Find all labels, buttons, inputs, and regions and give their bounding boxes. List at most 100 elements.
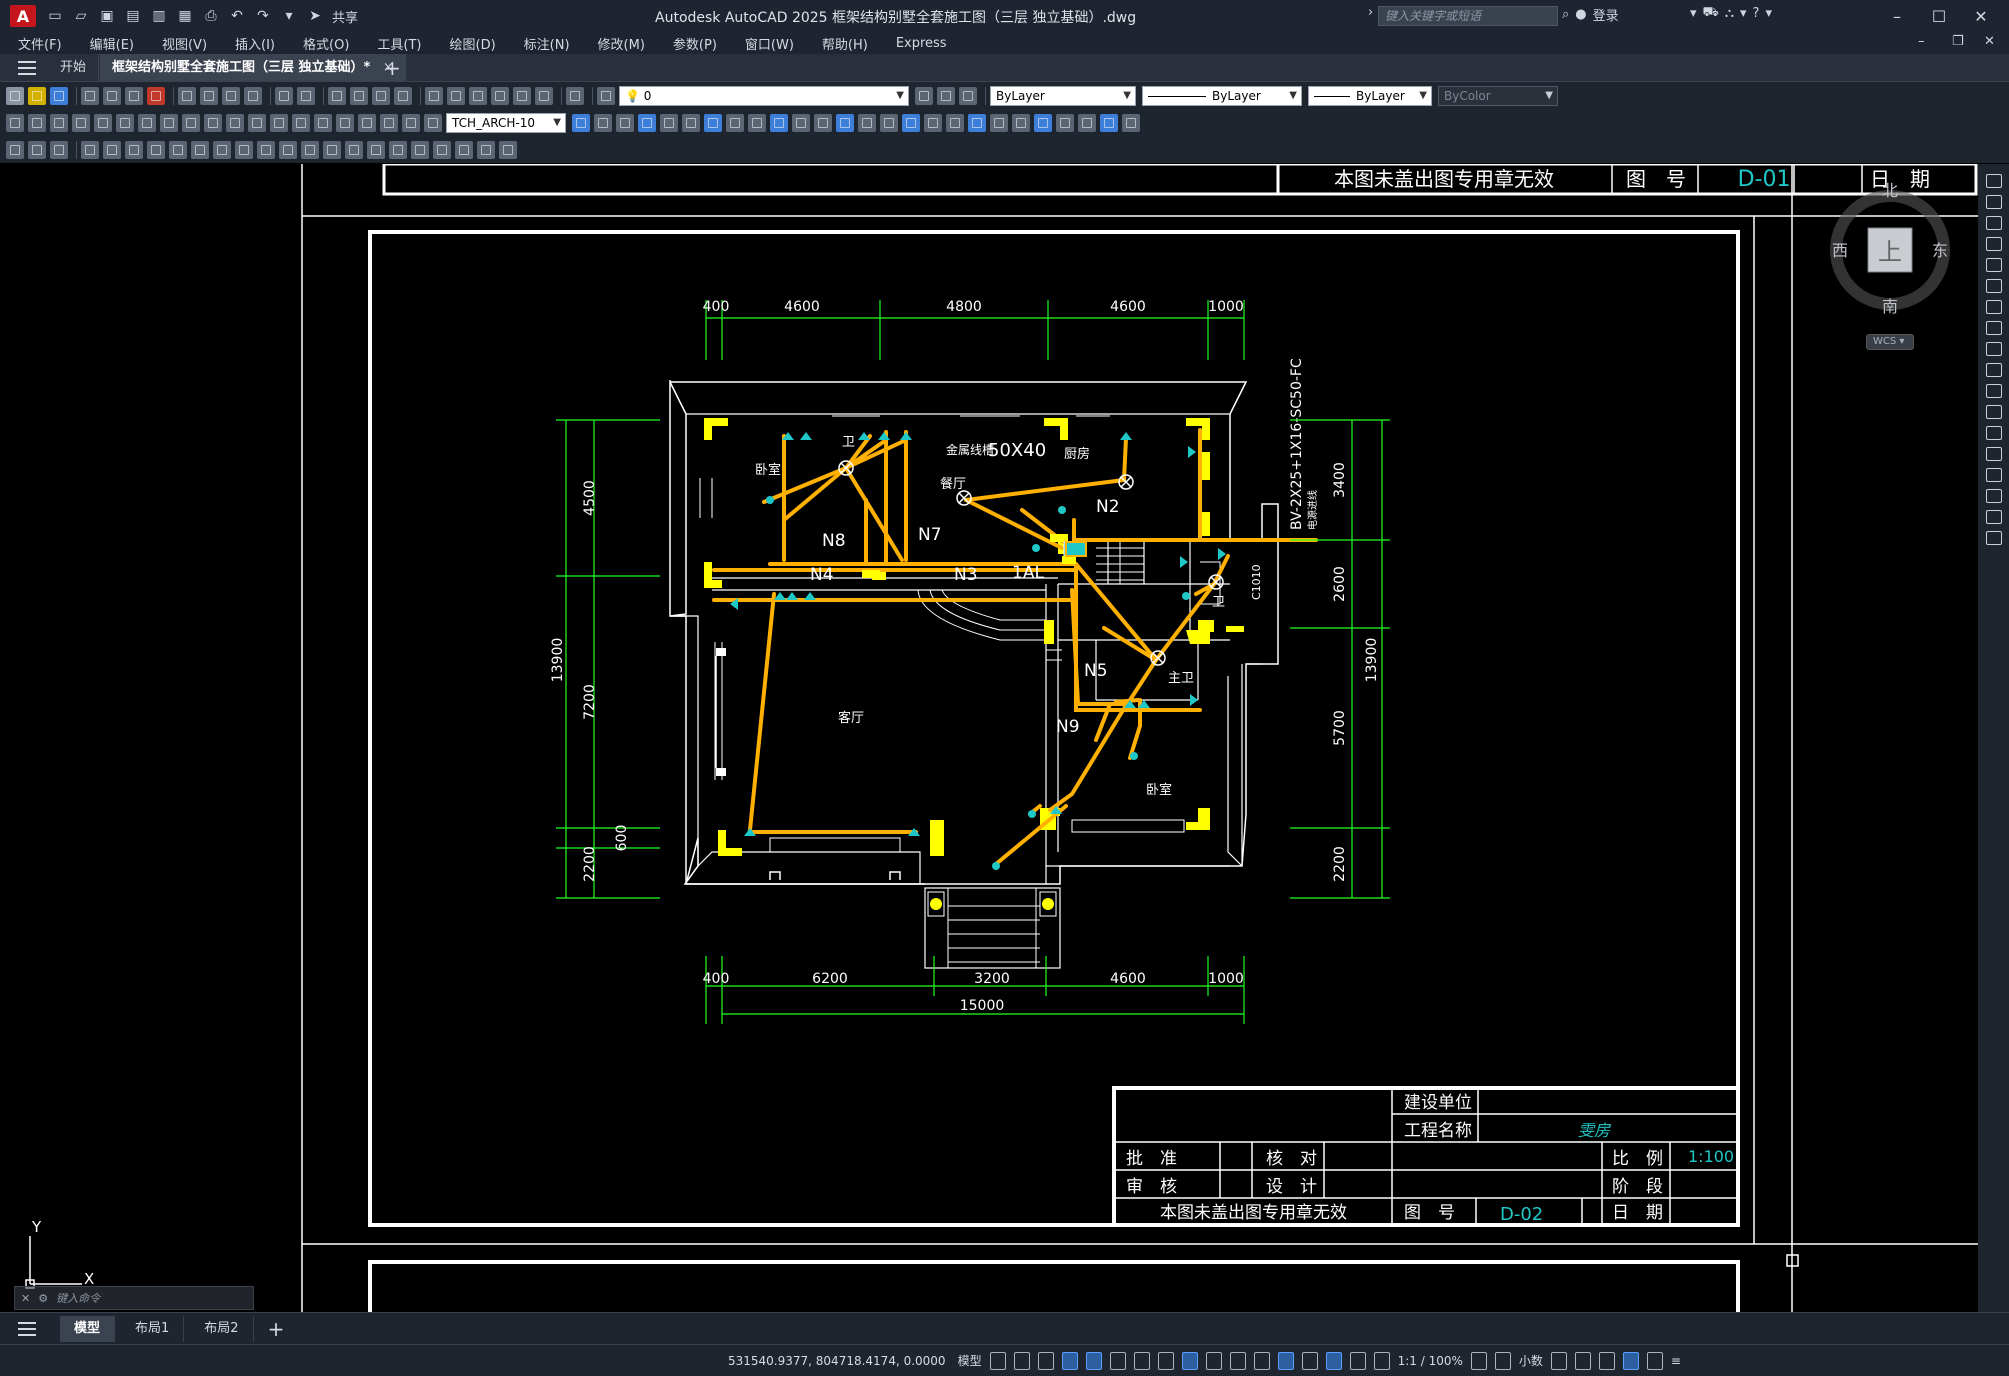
new-tab-button[interactable]: + bbox=[384, 54, 401, 82]
dim-space-icon[interactable] bbox=[248, 113, 266, 132]
chamfer-icon[interactable] bbox=[1985, 447, 2002, 461]
dim-edit-icon[interactable] bbox=[380, 113, 398, 132]
tab-start[interactable]: 开始 bbox=[48, 54, 100, 82]
inspection-icon[interactable] bbox=[336, 113, 354, 132]
layer-previous-icon[interactable] bbox=[937, 86, 955, 105]
viewcube-east[interactable]: 东 bbox=[1932, 241, 1948, 260]
modify-tool-icon[interactable] bbox=[1012, 113, 1030, 132]
undo-icon[interactable] bbox=[275, 86, 293, 105]
infer-constraints-icon[interactable] bbox=[1037, 1351, 1054, 1370]
copy-icon[interactable] bbox=[200, 86, 218, 105]
osnap-tracking-icon[interactable] bbox=[1133, 1351, 1150, 1370]
cut-icon[interactable] bbox=[178, 86, 196, 105]
ellipse-arc-icon[interactable] bbox=[301, 140, 319, 159]
blend-icon[interactable] bbox=[1985, 489, 2002, 503]
hatch-icon[interactable] bbox=[389, 140, 407, 159]
baseline-icon[interactable] bbox=[204, 113, 222, 132]
modify-tool-icon[interactable] bbox=[660, 113, 678, 132]
mtext-icon[interactable] bbox=[477, 140, 495, 159]
dimstyle-dropdown[interactable]: TCH_ARCH-10 ▼ bbox=[446, 112, 566, 133]
units-dropdown[interactable]: 小数 bbox=[1519, 1352, 1543, 1370]
lineweight-dropdown[interactable]: ByLayer ▼ bbox=[1308, 85, 1432, 106]
modify-tool-icon[interactable] bbox=[880, 113, 898, 132]
menu-window[interactable]: 窗口(W) bbox=[745, 34, 794, 53]
color-dropdown[interactable]: ByLayer ▼ bbox=[990, 85, 1136, 106]
menu-help[interactable]: 帮助(H) bbox=[822, 34, 868, 53]
doc-restore-icon[interactable]: ❐ bbox=[1952, 34, 1964, 49]
linetype-dropdown[interactable]: ByLayer ▼ bbox=[1142, 85, 1302, 106]
plotstyle-dropdown[interactable]: ByColor ▼ bbox=[1438, 85, 1558, 106]
transparency-icon[interactable] bbox=[1205, 1351, 1222, 1370]
jogged-icon[interactable] bbox=[116, 113, 134, 132]
save-as-icon[interactable]: ▤ bbox=[122, 5, 144, 27]
sheet-set-icon[interactable] bbox=[491, 86, 509, 105]
modify-tool-icon[interactable] bbox=[968, 113, 986, 132]
modify-tool-icon[interactable] bbox=[594, 113, 612, 132]
rotate-icon[interactable] bbox=[1985, 300, 2002, 314]
modify-tool-icon[interactable] bbox=[858, 113, 876, 132]
menu-file[interactable]: 文件(F) bbox=[18, 34, 62, 53]
gradient-icon[interactable] bbox=[411, 140, 429, 159]
3d-print-icon[interactable] bbox=[147, 86, 165, 105]
web-mobile-icon[interactable]: ▥ bbox=[148, 5, 170, 27]
save-icon[interactable]: ▣ bbox=[96, 5, 118, 27]
menu-tools[interactable]: 工具(T) bbox=[377, 34, 421, 53]
offset-icon[interactable] bbox=[1985, 237, 2002, 251]
zoom-previous-icon[interactable] bbox=[394, 86, 412, 105]
dim-break-icon[interactable] bbox=[270, 113, 288, 132]
modify-tool-icon[interactable] bbox=[682, 113, 700, 132]
arc-length-icon[interactable] bbox=[50, 113, 68, 132]
maximize-icon[interactable]: ☐ bbox=[1924, 4, 1954, 28]
angular-dim-icon[interactable] bbox=[160, 113, 178, 132]
new-file-icon[interactable]: ▭ bbox=[44, 5, 66, 27]
save-icon[interactable] bbox=[50, 86, 68, 105]
modify-tool-icon[interactable] bbox=[748, 113, 766, 132]
tool-palettes-icon[interactable] bbox=[469, 86, 487, 105]
stretch-icon[interactable] bbox=[1985, 342, 2002, 356]
arc-icon[interactable] bbox=[191, 140, 209, 159]
zoom-realtime-icon[interactable] bbox=[350, 86, 368, 105]
modify-tool-icon[interactable] bbox=[1034, 113, 1052, 132]
viewcube-west[interactable]: 西 bbox=[1832, 241, 1848, 260]
quick-dim-icon[interactable] bbox=[182, 113, 200, 132]
search-arrow-icon[interactable]: › bbox=[1368, 5, 1373, 20]
ordinate-icon[interactable] bbox=[72, 113, 90, 132]
break-icon[interactable] bbox=[1985, 405, 2002, 419]
annotation-scale[interactable]: 1:1 / 100% bbox=[1398, 1352, 1463, 1370]
dropdown-arrow-icon[interactable]: ▾ bbox=[1690, 6, 1697, 21]
menu-draw[interactable]: 绘图(D) bbox=[450, 34, 496, 53]
trim-icon[interactable] bbox=[1985, 363, 2002, 377]
wcs-menu[interactable]: WCS ▾ bbox=[1866, 334, 1914, 350]
dynamic-ucs-icon[interactable] bbox=[1277, 1351, 1294, 1370]
print-icon[interactable]: ⎙ bbox=[200, 5, 222, 27]
add-layout-button[interactable]: + bbox=[268, 1317, 285, 1341]
quick-properties-icon[interactable] bbox=[1550, 1351, 1567, 1370]
customize-arrow-icon[interactable]: ▾ bbox=[278, 5, 300, 27]
design-center-icon[interactable] bbox=[447, 86, 465, 105]
mirror-icon[interactable] bbox=[1985, 216, 2002, 230]
annotation-monitor-icon[interactable] bbox=[1494, 1351, 1511, 1370]
plot-icon[interactable]: ▦ bbox=[174, 5, 196, 27]
region-icon[interactable] bbox=[433, 140, 451, 159]
modify-tool-icon[interactable] bbox=[770, 113, 788, 132]
autodesk-a360-icon[interactable]: ⛬ bbox=[1725, 6, 1734, 21]
move-icon[interactable] bbox=[1985, 279, 2002, 293]
extend-icon[interactable] bbox=[1985, 384, 2002, 398]
markup-set-icon[interactable] bbox=[6, 140, 24, 159]
modify-tool-icon[interactable] bbox=[704, 113, 722, 132]
modify-tool-icon[interactable] bbox=[1122, 113, 1140, 132]
table-icon[interactable] bbox=[455, 140, 473, 159]
modify-tool-icon[interactable] bbox=[1078, 113, 1096, 132]
match-properties-icon[interactable] bbox=[244, 86, 262, 105]
help-icon[interactable] bbox=[566, 86, 584, 105]
auto-scale-icon[interactable] bbox=[1373, 1351, 1390, 1370]
clean-screen-icon[interactable] bbox=[1646, 1351, 1663, 1370]
polar-icon[interactable] bbox=[1085, 1351, 1102, 1370]
menu-edit[interactable]: 编辑(E) bbox=[90, 34, 134, 53]
dim-text-edit-icon[interactable] bbox=[402, 113, 420, 132]
insert-block-icon[interactable] bbox=[323, 140, 341, 159]
ellipse-icon[interactable] bbox=[279, 140, 297, 159]
point-icon[interactable] bbox=[367, 140, 385, 159]
snap-icon[interactable] bbox=[1013, 1351, 1030, 1370]
command-input[interactable]: 键入命令 bbox=[56, 1290, 100, 1306]
